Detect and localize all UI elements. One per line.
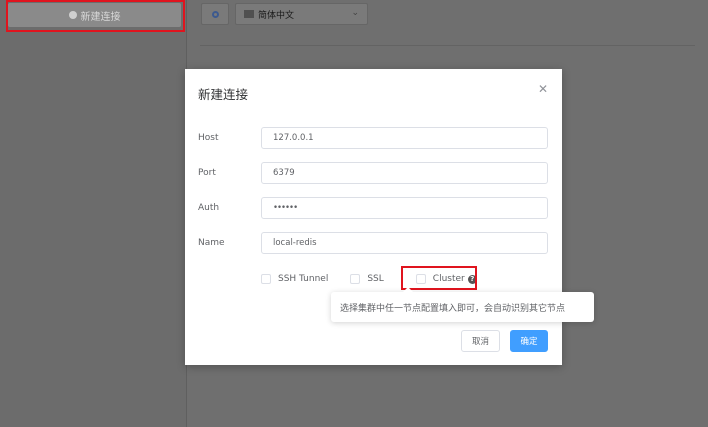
close-icon[interactable]: ✕ (538, 83, 548, 95)
top-toolbar: 简体中文 ⌄ (188, 0, 708, 46)
dialog-title: 新建连接 (198, 87, 249, 102)
sidebar: 新建连接 (0, 0, 187, 427)
ssl-label: SSL (367, 274, 384, 284)
host-label: Host (198, 133, 219, 143)
tooltip-text: 选择集群中任一节点配置填入即可，会自动识别其它节点 (340, 303, 566, 314)
language-icon (244, 10, 254, 18)
host-input[interactable]: 127.0.0.1 (261, 127, 548, 149)
ssl-checkbox[interactable]: SSL (350, 274, 384, 284)
highlight-box (6, 0, 185, 32)
checkbox-box[interactable] (261, 274, 271, 284)
auth-label: Auth (198, 203, 220, 213)
name-input[interactable]: local-redis (261, 232, 548, 254)
port-input[interactable]: 6379 (261, 162, 548, 184)
auth-input[interactable]: •••••• (261, 197, 548, 219)
tooltip-arrow (403, 287, 413, 292)
name-label: Name (198, 238, 225, 248)
confirm-button[interactable]: 确定 (510, 330, 548, 352)
language-value: 简体中文 (258, 10, 295, 21)
ssh-tunnel-checkbox[interactable]: SSH Tunnel (261, 274, 328, 284)
theme-icon (211, 10, 219, 18)
cancel-button[interactable]: 取消 (461, 330, 500, 352)
cluster-tooltip: 选择集群中任一节点配置填入即可，会自动识别其它节点 (331, 287, 594, 322)
language-select[interactable]: 简体中文 ⌄ (235, 3, 368, 25)
checkbox-box[interactable] (350, 274, 361, 284)
theme-toggle-button[interactable] (201, 3, 229, 25)
divider (200, 45, 695, 46)
ssh-tunnel-label: SSH Tunnel (278, 274, 329, 284)
chevron-down-icon: ⌄ (351, 8, 359, 18)
port-label: Port (198, 168, 216, 178)
